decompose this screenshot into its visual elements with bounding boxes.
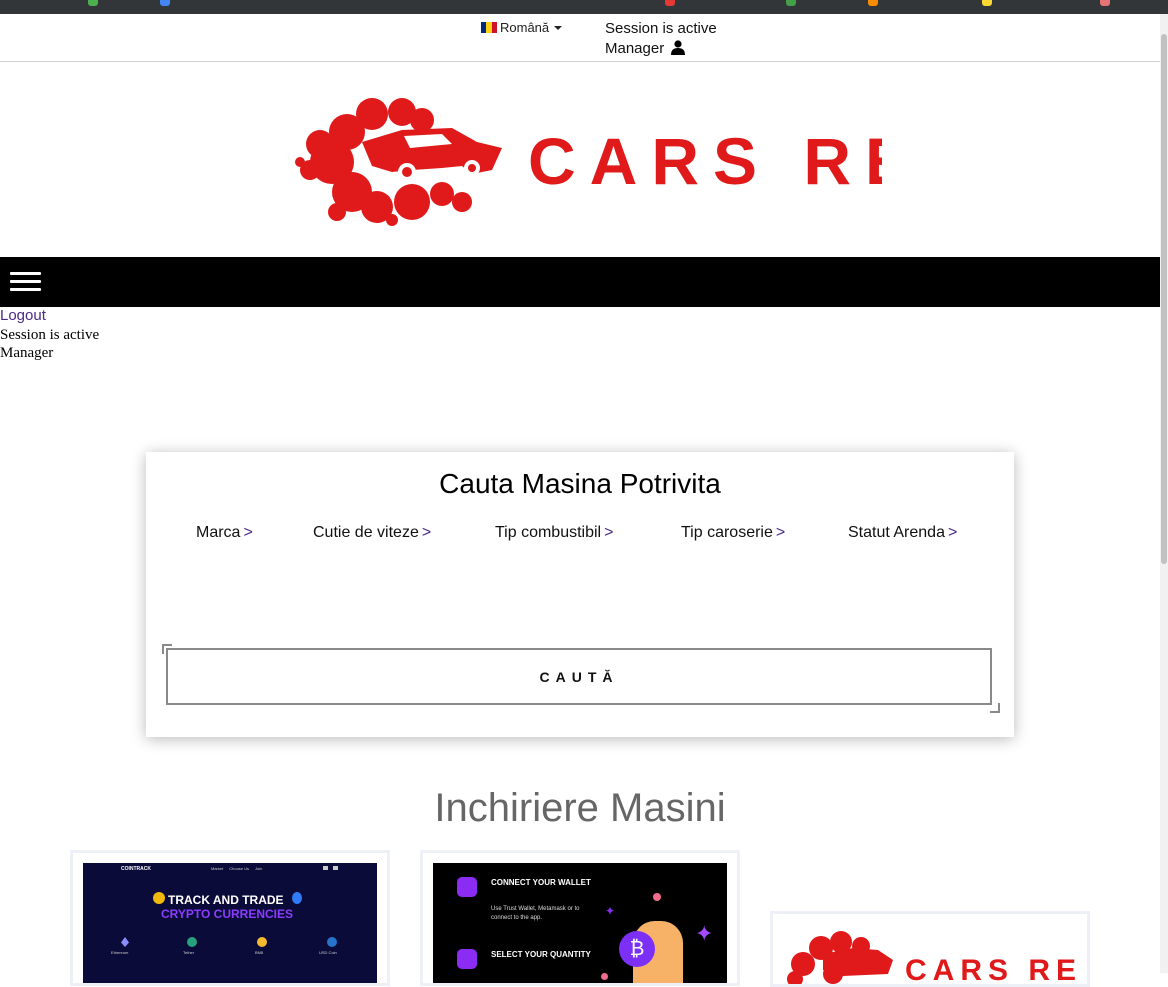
tether-icon xyxy=(187,937,197,947)
filter-tip-caroserie[interactable]: Tip caroserie > xyxy=(681,524,785,542)
thumb-nav-item: Join xyxy=(255,866,263,871)
chevron-right-icon: > xyxy=(421,524,432,541)
quantity-icon xyxy=(457,949,477,969)
ethereum-icon xyxy=(121,937,129,947)
romania-flag-icon xyxy=(481,22,497,33)
filter-label: Marca xyxy=(196,524,241,541)
dot-decoration xyxy=(653,893,661,901)
thumb-nav-item: Market xyxy=(211,866,224,871)
chevron-right-icon: > xyxy=(947,524,958,541)
button-corner-decoration xyxy=(990,703,1000,713)
listing-thumbnail[interactable]: CARS RENT xyxy=(783,924,1077,984)
session-info: Session is active Manager xyxy=(605,19,717,59)
thumb-headline: TRACK AND TRADE xyxy=(168,893,284,907)
sparkle-icon: ✦ xyxy=(605,904,616,918)
usd-coin-icon xyxy=(327,937,337,947)
session-status-plain: Session is active xyxy=(0,327,100,343)
thumb-nav: Market Choose Us Join xyxy=(211,866,262,871)
car-listing-card[interactable]: CARS RENT xyxy=(770,911,1090,987)
wallet-icon xyxy=(457,877,477,897)
search-title: Cauta Masina Potrivita xyxy=(439,468,721,499)
session-text-block: Session is active Manager xyxy=(0,326,99,362)
session-status: Session is active xyxy=(605,20,717,37)
listing-thumbnail[interactable]: CONNECT YOUR WALLET Use Trust Wallet, Me… xyxy=(433,863,727,983)
thumb-brand: COINTRACK xyxy=(121,866,151,872)
filter-label: Tip caroserie xyxy=(681,524,773,541)
thumb-subheadline: CRYPTO CURRENCIES xyxy=(161,907,294,921)
listing-thumbnail[interactable]: COINTRACK Market Choose Us Join TRACK AN… xyxy=(83,863,377,983)
chevron-right-icon: > xyxy=(775,524,786,541)
filter-tip-combustibil[interactable]: Tip combustibil > xyxy=(495,524,613,542)
user-role: Manager xyxy=(605,40,665,57)
bitcoin-coin-icon xyxy=(153,892,165,904)
filter-label: Tip combustibil xyxy=(495,524,602,541)
ethereum-coin-icon xyxy=(292,892,302,904)
car-smoke-logo-icon: CARS RENT xyxy=(295,98,1025,226)
svg-text:CARS RENT: CARS RENT xyxy=(905,954,1077,984)
brand-logo[interactable]: CARS RENT xyxy=(292,92,1025,228)
bitcoin-coin-icon: ₿ xyxy=(619,931,655,967)
filter-label: Cutie de viteze xyxy=(313,524,419,541)
car-listing-card[interactable]: CONNECT YOUR WALLET Use Trust Wallet, Me… xyxy=(420,850,740,986)
language-label: Română xyxy=(500,20,550,35)
thumb-coin-label: Tether xyxy=(183,950,195,955)
thumb-coin-label: BNB xyxy=(255,950,264,955)
sparkle-icon: ✦ xyxy=(695,921,714,946)
dot-decoration xyxy=(601,973,608,980)
thumb-step-title: CONNECT YOUR WALLET xyxy=(491,878,591,887)
thumb-step-title: SELECT YOUR QUANTITY xyxy=(491,950,591,959)
main-navbar xyxy=(0,257,1160,307)
filter-label: Statut Arenda xyxy=(848,524,945,541)
car-smoke-logo-icon: CARS RENT xyxy=(787,931,1077,984)
bnb-icon xyxy=(257,937,267,947)
user-role-plain: Manager xyxy=(0,345,54,361)
logout-link[interactable]: Logout xyxy=(0,307,46,324)
page-scrollbar[interactable] xyxy=(1160,14,1168,973)
listings-title: Inchiriere Masini xyxy=(434,786,726,830)
car-listing-card[interactable]: COINTRACK Market Choose Us Join TRACK AN… xyxy=(70,850,390,986)
thumb-step-text: Use Trust Wallet, Metamask or to connect… xyxy=(491,906,580,921)
filter-statut-arenda[interactable]: Statut Arenda > xyxy=(848,524,957,542)
twitter-icon xyxy=(323,866,328,870)
thumb-coin-label: USD Coin xyxy=(319,950,337,955)
user-icon[interactable] xyxy=(671,40,686,55)
thumb-nav-item: Choose Us xyxy=(229,866,250,871)
browser-toolbar-strip xyxy=(0,0,1168,14)
top-bar: Română Session is active Manager xyxy=(0,14,1160,62)
search-button[interactable]: CAUTĂ xyxy=(166,648,992,705)
chevron-right-icon: > xyxy=(604,524,614,541)
chevron-right-icon: > xyxy=(243,524,253,541)
filter-marca[interactable]: Marca > xyxy=(196,524,253,542)
thumb-coin-label: Ethereum xyxy=(111,950,129,955)
caret-down-icon xyxy=(554,25,563,30)
hamburger-menu-icon[interactable] xyxy=(10,272,41,292)
svg-text:CARS RENT: CARS RENT xyxy=(528,124,882,198)
language-selector[interactable]: Română xyxy=(481,20,563,35)
discord-icon xyxy=(333,866,338,870)
scrollbar-thumb[interactable] xyxy=(1161,34,1167,564)
filter-cutie-viteze[interactable]: Cutie de viteze > xyxy=(313,524,431,542)
search-panel: Cauta Masina Potrivita Marca > Cutie de v… xyxy=(146,452,1014,737)
